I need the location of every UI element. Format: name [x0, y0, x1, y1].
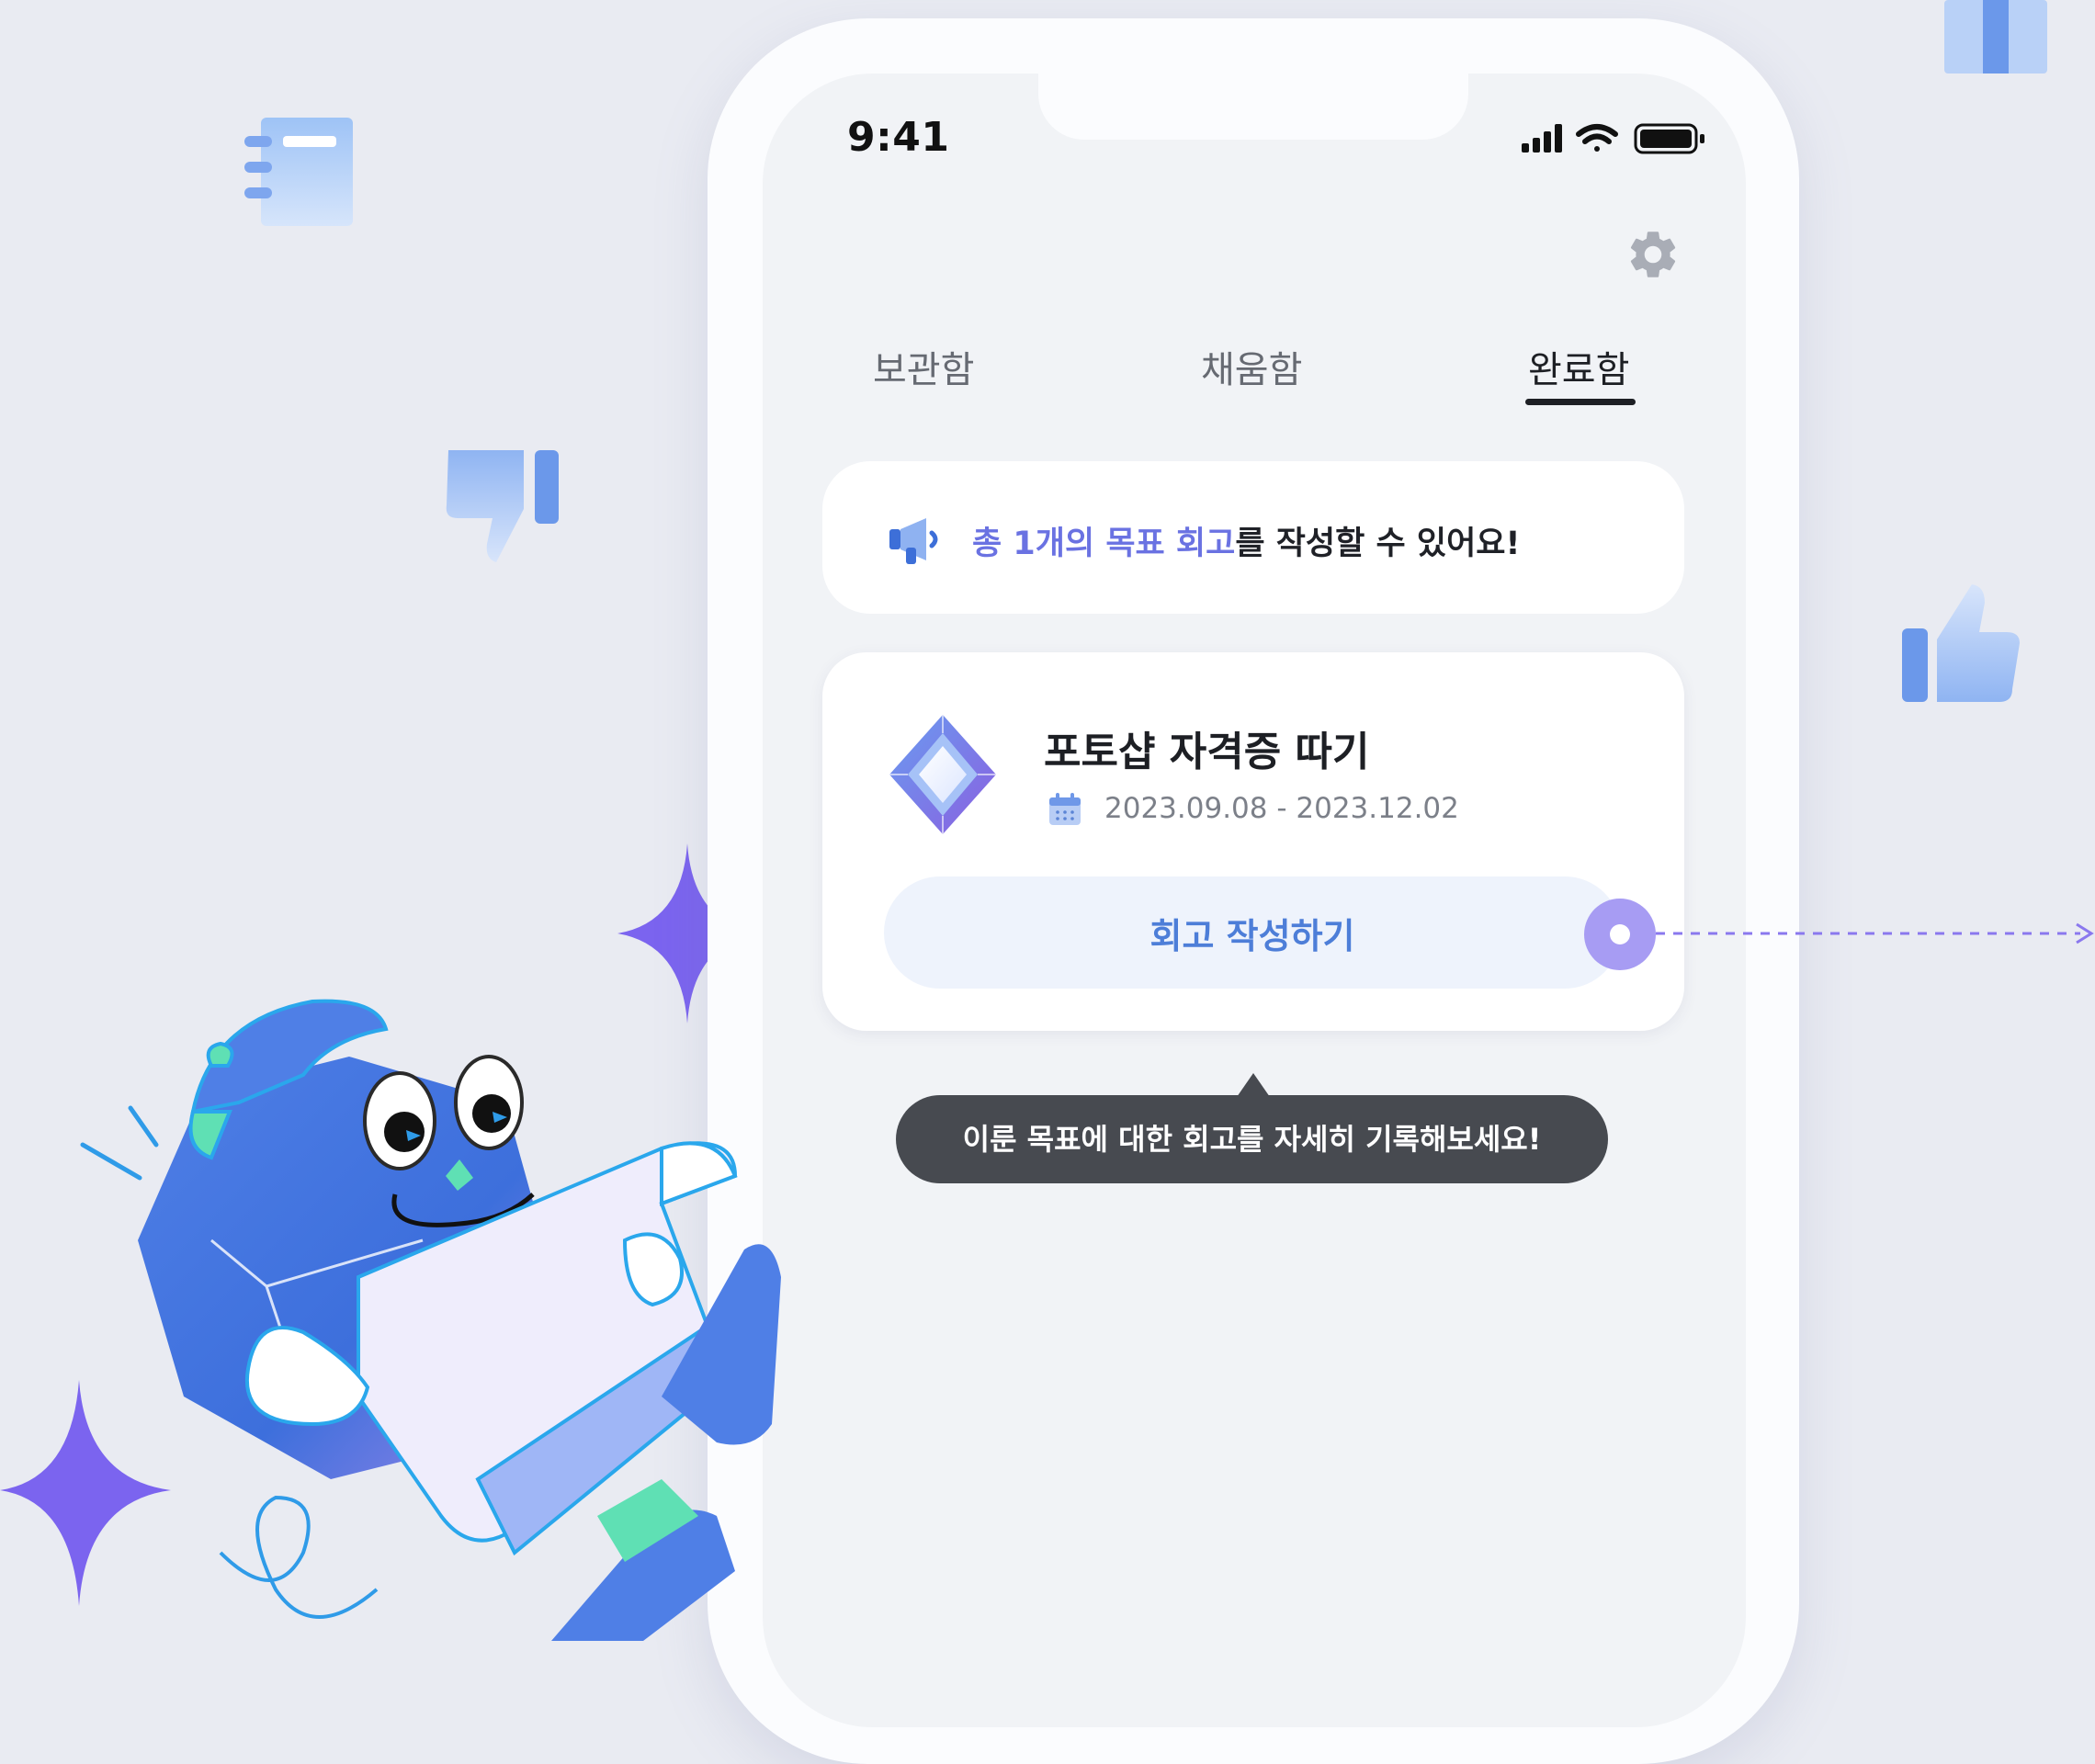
- settings-gear-icon[interactable]: [1625, 226, 1682, 283]
- notice-highlight: 총 1개의 목표 회고: [972, 526, 1236, 562]
- wifi-icon: [1576, 124, 1618, 152]
- notice-text: 총 1개의 목표 회고를 작성할 수 있어요!: [972, 517, 1520, 564]
- goal-title: 포토샵 자격증 따기: [1044, 729, 1370, 775]
- tab-filling[interactable]: 채움함: [1201, 340, 1302, 393]
- tab-completed[interactable]: 완료함: [1528, 340, 1629, 393]
- notice-rest: 를 작성할 수 있어요!: [1235, 526, 1521, 562]
- gift-box-icon: [1944, 0, 2047, 74]
- tooltip: 이룬 목표에 대한 회고를 자세히 기록해보세요!: [896, 1095, 1608, 1183]
- tooltip-tail: [1237, 1073, 1270, 1097]
- active-tab-indicator: [1525, 399, 1636, 405]
- thumbs-down-icon: [446, 450, 559, 562]
- mascot-illustration: [80, 999, 781, 1641]
- battery-icon: [1634, 123, 1704, 154]
- tap-indicator-icon: [1584, 899, 1656, 970]
- phone-notch: [1038, 74, 1468, 140]
- calendar-icon: [1049, 793, 1081, 825]
- cellular-signal-icon: [1522, 124, 1562, 153]
- goal-date-range: 2023.09.08 - 2023.12.02: [1104, 792, 1459, 825]
- notebook-icon: [244, 118, 353, 226]
- dashed-arrow-icon: [1656, 922, 2094, 944]
- tab-storage[interactable]: 보관함: [873, 340, 974, 393]
- megaphone-icon: [889, 518, 938, 564]
- status-time: 9:41: [847, 114, 950, 161]
- diamond-gem-icon: [889, 715, 996, 834]
- write-review-button[interactable]: 회고 작성하기: [884, 876, 1621, 989]
- status-icons: [1522, 123, 1704, 154]
- thumbs-up-icon: [1902, 584, 2020, 702]
